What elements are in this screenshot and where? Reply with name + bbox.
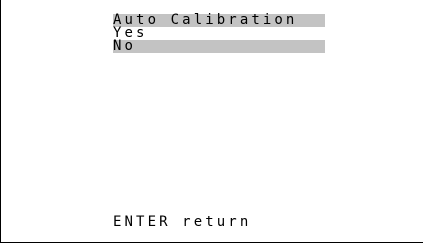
menu-option-yes[interactable]: Yes <box>113 26 325 40</box>
calibration-screen: Auto Calibration Yes No ENTER return <box>0 0 423 243</box>
calibration-menu: Auto Calibration Yes No <box>113 13 325 53</box>
footer-hint: ENTER return <box>113 214 252 230</box>
menu-option-no[interactable]: No <box>113 39 325 53</box>
